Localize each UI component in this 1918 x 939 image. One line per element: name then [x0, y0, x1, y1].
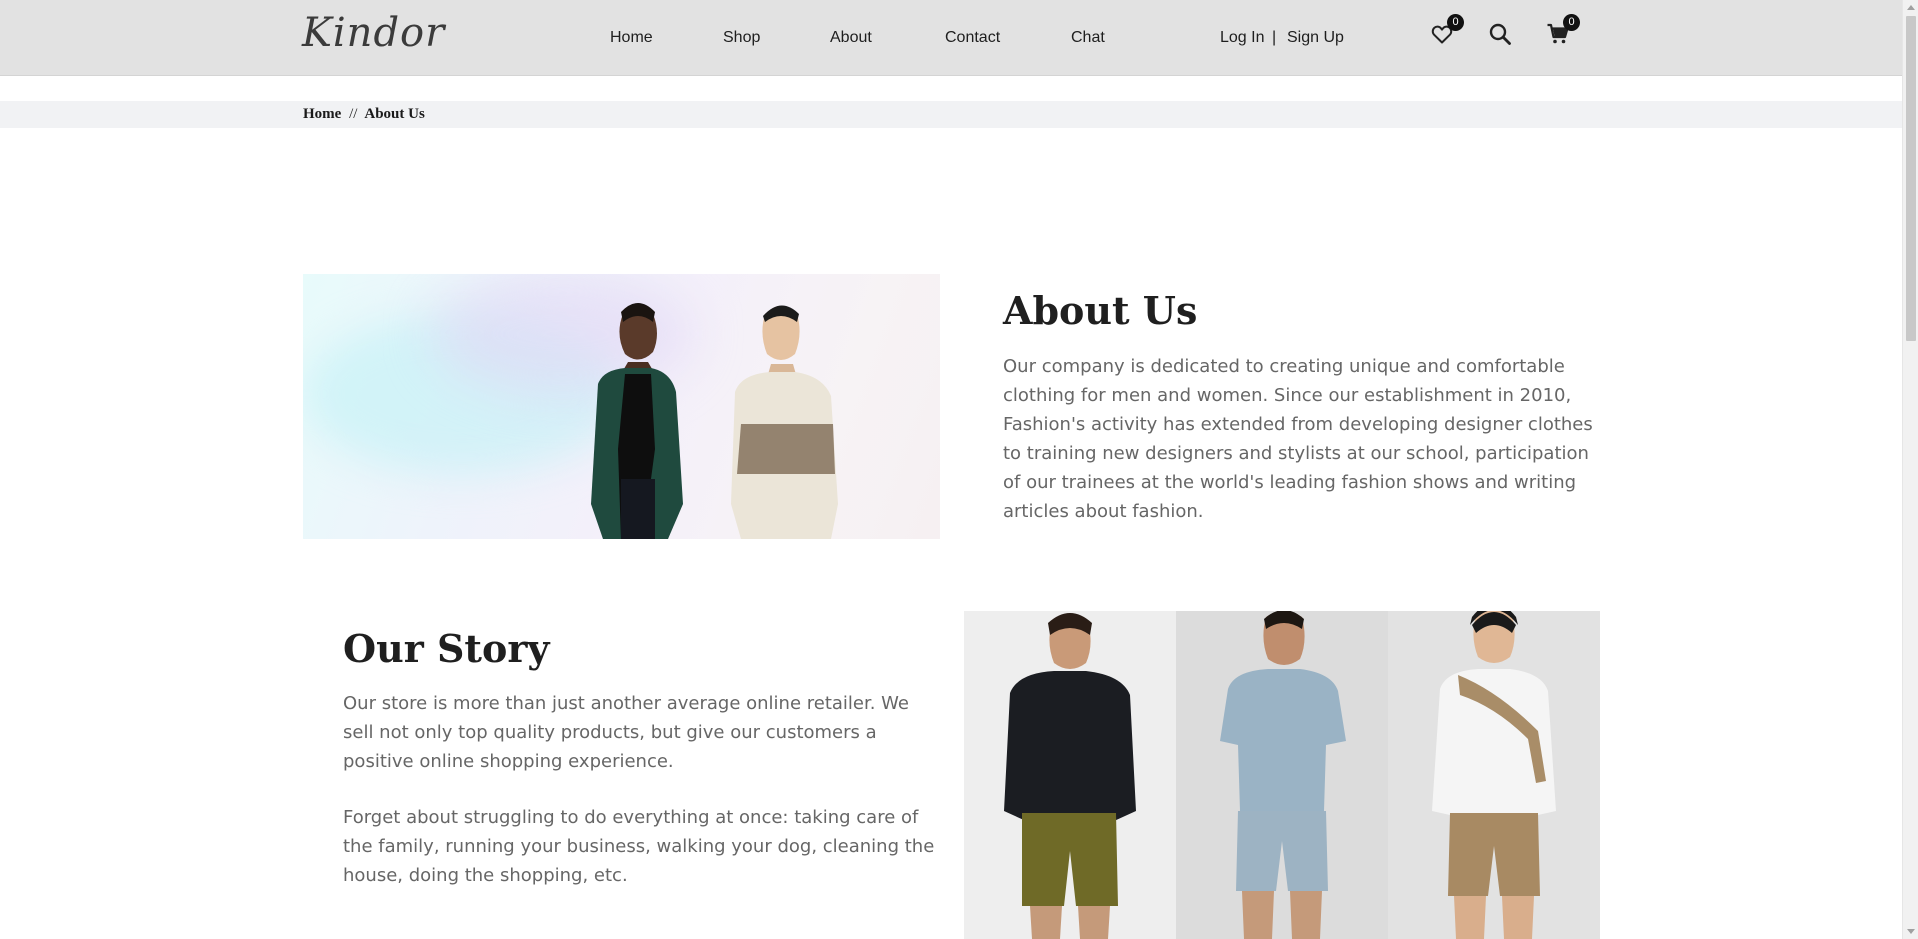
- about-description: Our company is dedicated to creating uni…: [1003, 356, 1593, 522]
- about-hero-image: [303, 274, 940, 539]
- story-gallery: [964, 611, 1600, 939]
- model-photo-hoodie: [964, 611, 1176, 939]
- scroll-up-arrow[interactable]: [1907, 5, 1915, 10]
- about-title: About Us: [1003, 288, 1198, 333]
- nav-chat[interactable]: Chat: [1071, 29, 1105, 47]
- breadcrumb-bar: Home // About Us: [0, 101, 1902, 128]
- story-paragraph-1: Our store is more than just another aver…: [343, 693, 909, 772]
- story-paragraph-2: Forget about struggling to do everything…: [343, 807, 935, 886]
- nav-home[interactable]: Home: [610, 29, 653, 47]
- nav-shop[interactable]: Shop: [723, 29, 760, 47]
- nav-about[interactable]: About: [830, 29, 872, 47]
- wishlist-count-badge: 0: [1447, 14, 1464, 31]
- model-photo-shorts: [1388, 611, 1600, 939]
- cart-button[interactable]: 0: [1546, 14, 1580, 48]
- breadcrumb-separator: //: [349, 106, 358, 122]
- cart-count-badge: 0: [1563, 14, 1580, 31]
- wishlist-button[interactable]: 0: [1430, 14, 1464, 48]
- site-header: Kindor Home Shop About Contact Chat Log …: [0, 0, 1902, 76]
- search-icon: [1489, 23, 1511, 45]
- signup-link[interactable]: Sign Up: [1287, 29, 1344, 47]
- story-title: Our Story: [343, 626, 550, 671]
- auth-separator: |: [1272, 29, 1277, 46]
- breadcrumb-current: About Us: [364, 106, 425, 122]
- breadcrumb-home[interactable]: Home: [303, 106, 341, 122]
- scroll-down-arrow[interactable]: [1907, 929, 1915, 934]
- breadcrumb: Home // About Us: [303, 106, 425, 123]
- login-link[interactable]: Log In: [1220, 29, 1264, 47]
- model-photo-tshirt: [1176, 611, 1388, 939]
- scroll-thumb[interactable]: [1906, 16, 1916, 341]
- nav-contact[interactable]: Contact: [945, 29, 1000, 47]
- page-scrollbar[interactable]: [1902, 0, 1918, 939]
- search-button[interactable]: [1488, 22, 1514, 48]
- logo[interactable]: Kindor: [302, 10, 445, 56]
